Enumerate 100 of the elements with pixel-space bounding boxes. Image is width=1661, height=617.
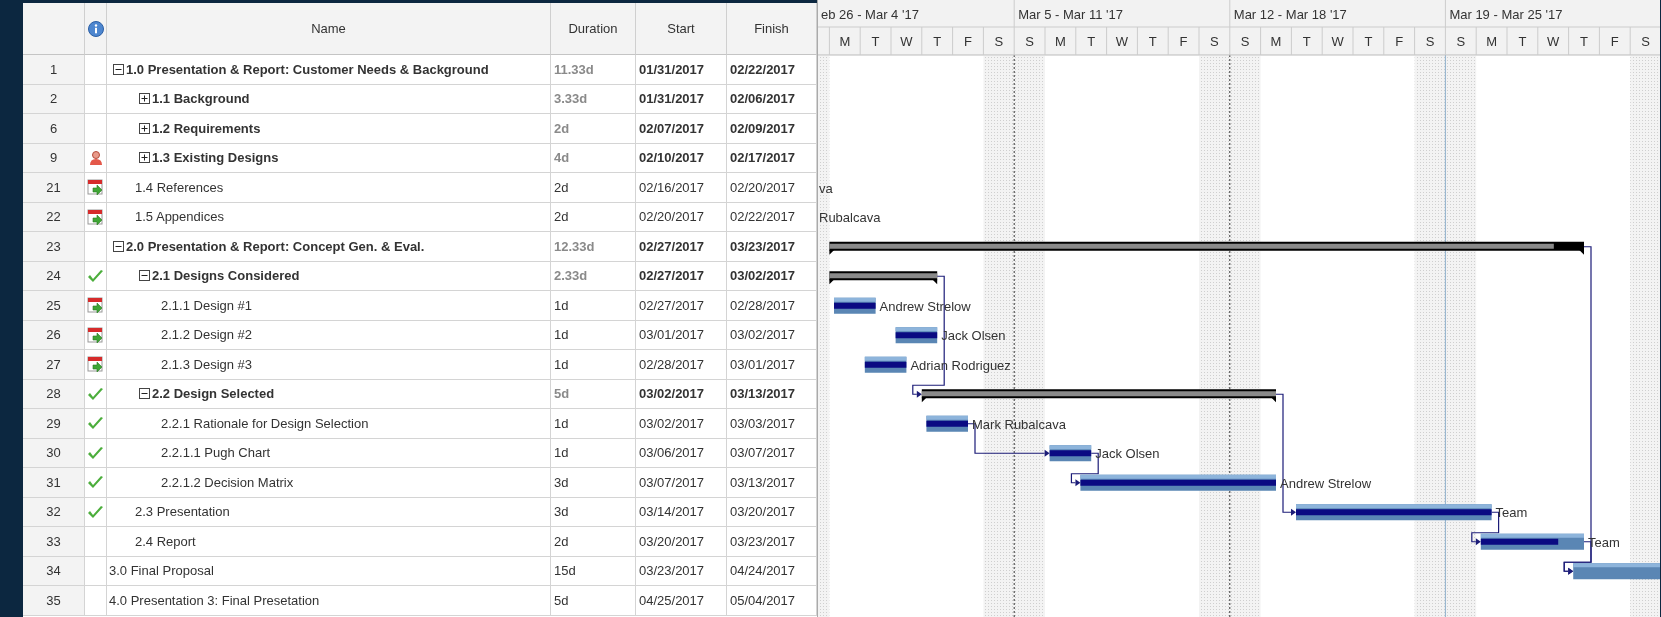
day-label: F bbox=[1395, 34, 1404, 49]
task-name: 1.0 Presentation & Report: Customer Needs & Background bbox=[126, 61, 489, 77]
row-number-cell: 32 bbox=[23, 497, 85, 527]
duration-cell: 2d bbox=[551, 527, 636, 557]
row-number-cell: 33 bbox=[23, 527, 85, 557]
task-name: 2.0 Presentation & Report: Concept Gen. & Eval. bbox=[126, 238, 425, 254]
summary-bar[interactable] bbox=[829, 241, 1584, 255]
finish-cell: 03/03/2017 bbox=[727, 409, 817, 439]
expand-icon[interactable] bbox=[139, 152, 150, 164]
summary-bar[interactable] bbox=[921, 389, 1276, 403]
task-name: 2.3 Presentation bbox=[135, 504, 230, 520]
day-label: T bbox=[871, 34, 880, 49]
duration-cell: 1d bbox=[551, 320, 636, 350]
duration-cell: 5d bbox=[551, 379, 636, 409]
duration-cell: 3d bbox=[551, 497, 636, 527]
row-number-cell: 24 bbox=[23, 261, 85, 291]
column-header[interactable]: Duration bbox=[551, 3, 636, 55]
row-number-cell: 1 bbox=[23, 55, 85, 85]
day-label: T bbox=[933, 34, 942, 49]
day-label: T bbox=[1087, 34, 1096, 49]
row-number-cell: 22 bbox=[23, 202, 85, 232]
duration-cell: 2.33d bbox=[551, 261, 636, 291]
checkmark-icon bbox=[87, 475, 104, 490]
duration-cell: 3d bbox=[551, 468, 636, 498]
start-cell: 02/27/2017 bbox=[636, 291, 727, 321]
task-name: 3.0 Final Proposal bbox=[109, 563, 214, 579]
week-label: Mar 12 - Mar 18 '17 bbox=[1233, 7, 1347, 22]
day-label: T bbox=[1302, 34, 1311, 49]
start-cell: 02/16/2017 bbox=[636, 173, 727, 203]
finish-cell: 04/24/2017 bbox=[727, 556, 817, 586]
task-bar[interactable] bbox=[1296, 504, 1492, 521]
week-label: Mar 19 - Mar 25 '17 bbox=[1449, 7, 1563, 22]
week-label: Mar 5 - Mar 11 '17 bbox=[1018, 7, 1124, 22]
finish-cell: 03/13/2017 bbox=[727, 468, 817, 498]
summary-bar[interactable] bbox=[829, 271, 938, 285]
collapse-icon[interactable] bbox=[113, 63, 124, 75]
start-cell: 01/31/2017 bbox=[636, 84, 727, 114]
start-cell: 03/02/2017 bbox=[636, 379, 727, 409]
row-number-cell: 34 bbox=[23, 556, 85, 586]
finish-cell: 02/17/2017 bbox=[727, 143, 817, 173]
collapse-icon[interactable] bbox=[139, 270, 150, 282]
task-name: 1.5 Appendices bbox=[135, 209, 224, 225]
day-label: S bbox=[1025, 34, 1034, 49]
finish-cell: 03/13/2017 bbox=[727, 379, 817, 409]
finish-cell: 02/22/2017 bbox=[727, 202, 817, 232]
start-cell: 02/27/2017 bbox=[636, 261, 727, 291]
expand-icon[interactable] bbox=[139, 93, 150, 105]
task-bar[interactable] bbox=[1049, 445, 1092, 462]
row-number-cell: 23 bbox=[23, 232, 85, 262]
column-header[interactable]: Finish bbox=[727, 3, 817, 55]
finish-cell: 05/04/2017 bbox=[727, 586, 817, 616]
start-cell: 03/23/2017 bbox=[636, 556, 727, 586]
resource-label: Mark Rubalcava bbox=[972, 416, 1066, 432]
collapse-icon[interactable] bbox=[139, 388, 150, 400]
day-label: T bbox=[1580, 34, 1588, 49]
duration-cell: 1d bbox=[551, 409, 636, 439]
checkmark-icon bbox=[87, 386, 104, 401]
start-cell: 02/27/2017 bbox=[636, 232, 727, 262]
duration-cell: 5d bbox=[551, 586, 636, 616]
task-bar[interactable] bbox=[895, 327, 938, 344]
collapse-icon[interactable] bbox=[113, 240, 124, 252]
start-cell: 02/20/2017 bbox=[636, 202, 727, 232]
column-header[interactable]: Start bbox=[636, 3, 727, 55]
task-name: 4.0 Presentation 3: Final Presetation bbox=[109, 592, 320, 608]
start-cell: 03/20/2017 bbox=[636, 527, 727, 557]
task-name: 2.1.3 Design #3 bbox=[161, 356, 253, 372]
day-label: S bbox=[994, 34, 1004, 49]
checkmark-icon bbox=[87, 504, 104, 519]
finish-cell: 03/23/2017 bbox=[727, 527, 817, 557]
task-name: 2.2.1.2 Decision Matrix bbox=[161, 474, 294, 490]
day-label: M bbox=[839, 34, 851, 49]
duration-cell: 12.33d bbox=[551, 232, 636, 262]
day-label: S bbox=[1425, 34, 1435, 49]
column-header[interactable]: Name bbox=[107, 3, 551, 55]
expand-icon[interactable] bbox=[139, 122, 150, 134]
duration-cell: 2d bbox=[551, 202, 636, 232]
start-cell: 04/25/2017 bbox=[636, 586, 727, 616]
start-cell: 02/10/2017 bbox=[636, 143, 727, 173]
finish-cell: 03/20/2017 bbox=[727, 497, 817, 527]
finish-cell: 03/01/2017 bbox=[727, 350, 817, 380]
finish-cell: 02/22/2017 bbox=[727, 55, 817, 85]
finish-cell: 03/23/2017 bbox=[727, 232, 817, 262]
day-label: S bbox=[1240, 34, 1250, 49]
checkmark-icon bbox=[87, 445, 104, 460]
task-name: 2.2.1 Rationale for Design Selection bbox=[161, 415, 369, 431]
start-cell: 01/31/2017 bbox=[636, 55, 727, 85]
task-name: 2.4 Report bbox=[135, 533, 196, 549]
day-label: S bbox=[1210, 34, 1219, 49]
task-name: 1.2 Requirements bbox=[152, 120, 261, 136]
task-name: 2.2.1.1 Pugh Chart bbox=[161, 445, 271, 461]
duration-cell: 11.33d bbox=[551, 55, 636, 85]
start-cell: 02/07/2017 bbox=[636, 114, 727, 144]
day-label: W bbox=[1547, 34, 1560, 49]
duration-cell: 1d bbox=[551, 291, 636, 321]
resource-label: Jack Olsen bbox=[1095, 446, 1160, 462]
day-label: W bbox=[900, 34, 913, 49]
week-label: eb 26 - Mar 4 '17 bbox=[821, 7, 919, 22]
day-label: S bbox=[1456, 34, 1466, 49]
resource-label: Rubalcava bbox=[819, 210, 881, 226]
duration-cell: 15d bbox=[551, 556, 636, 586]
